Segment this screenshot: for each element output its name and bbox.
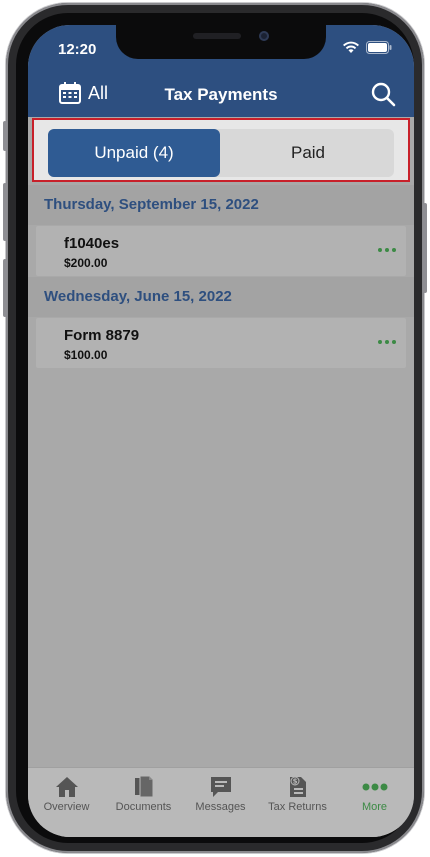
section-date: Wednesday, June 15, 2022 — [44, 288, 232, 305]
home-icon — [55, 777, 78, 797]
front-camera — [259, 31, 269, 41]
tab-more[interactable]: More — [336, 776, 413, 813]
more-options-icon[interactable] — [378, 340, 396, 344]
payment-row[interactable]: Form 8879 $100.00 — [36, 318, 406, 368]
unpaid-segment[interactable]: Unpaid (4) — [48, 129, 220, 177]
paid-segment[interactable]: Paid — [222, 129, 394, 177]
app-screen: 12:20 All Tax Payments Unpaid (4) Paid T… — [28, 25, 414, 837]
tab-tax-returns[interactable]: $ Tax Returns — [259, 776, 336, 813]
tab-overview[interactable]: Overview — [28, 776, 105, 813]
side-button-volume-up — [3, 183, 7, 241]
wifi-icon — [343, 41, 359, 53]
side-button-volume-down — [3, 259, 7, 317]
battery-icon — [366, 41, 392, 54]
date-section-header: Thursday, September 15, 2022 — [28, 185, 414, 225]
speaker — [193, 33, 241, 39]
status-icons — [342, 41, 392, 54]
more-options-icon[interactable] — [378, 248, 396, 252]
tax-returns-icon: $ — [289, 776, 306, 797]
search-icon — [371, 82, 396, 107]
tab-documents[interactable]: Documents — [105, 775, 182, 813]
tab-messages[interactable]: Messages — [182, 776, 259, 813]
paid-status-segmented-control: Unpaid (4) Paid — [48, 129, 394, 177]
page-title: Tax Payments — [164, 85, 278, 104]
payment-name: f1040es — [64, 235, 120, 252]
date-section-header: Wednesday, June 15, 2022 — [28, 277, 414, 317]
payment-name: Form 8879 — [64, 327, 140, 344]
tab-label: Messages — [195, 801, 246, 813]
tab-bar: Overview Documents Messages $ Tax Return… — [28, 767, 414, 837]
nav-bar: All Tax Payments — [28, 79, 414, 111]
svg-text:$: $ — [292, 778, 297, 786]
section-date: Thursday, September 15, 2022 — [44, 196, 259, 213]
status-time: 12:20 — [58, 41, 97, 58]
segment-band: Unpaid (4) Paid — [32, 118, 410, 182]
payment-amount: $200.00 — [64, 256, 108, 270]
messages-icon — [210, 777, 231, 797]
side-button-power — [423, 203, 427, 293]
more-icon — [362, 783, 387, 791]
tab-label: Documents — [115, 801, 172, 813]
tab-label: Tax Returns — [268, 801, 327, 813]
notch — [116, 25, 326, 59]
side-button-mute — [3, 121, 7, 151]
tab-label: Overview — [43, 801, 90, 813]
phone-frame: 12:20 All Tax Payments Unpaid (4) Paid T… — [3, 3, 427, 853]
search-button[interactable] — [370, 81, 396, 112]
payment-amount: $100.00 — [64, 348, 108, 362]
documents-icon — [134, 775, 153, 798]
payment-row[interactable]: f1040es $200.00 — [36, 226, 406, 276]
tab-label: More — [361, 801, 388, 813]
